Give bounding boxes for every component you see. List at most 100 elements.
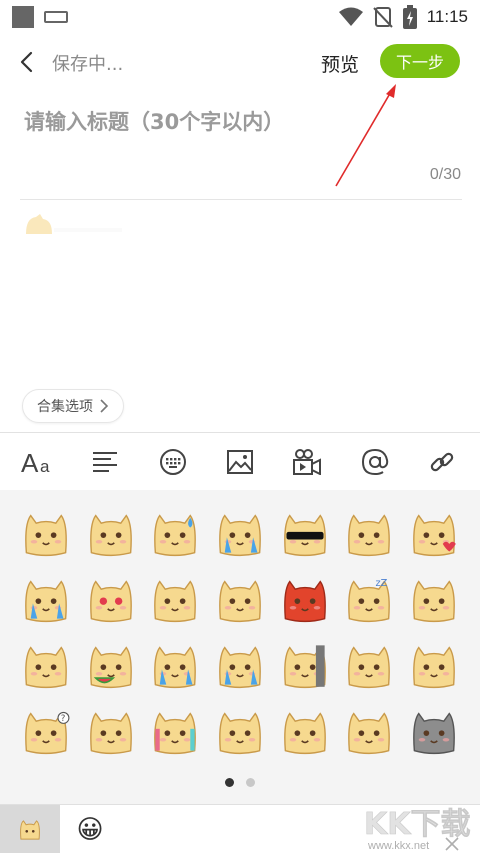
sticker-cat-drink[interactable] [143,698,208,764]
sticker-cat-think[interactable] [208,566,273,632]
sticker-grid: zZ? [14,500,466,764]
preview-button[interactable]: 预览 [321,50,359,77]
sticker-cat-grey-skull[interactable] [401,698,466,764]
sticker-cat-cry-hands[interactable] [14,566,79,632]
sticker-cat-dizzy[interactable] [14,632,79,698]
cat-angry-red-icon [283,580,326,623]
back-arrow-icon[interactable] [14,48,42,76]
sticker-cat-giggle[interactable] [337,500,402,566]
sticker-cat-watermelon[interactable] [79,632,144,698]
sticker-cat-shock[interactable] [401,632,466,698]
sticker-cat-smile-cover[interactable] [79,500,144,566]
svg-text:?: ? [61,714,66,724]
font-icon-big: A [21,448,39,476]
cat-laugh-tears-icon [154,646,197,689]
cat-sleepy-icon: zZ [348,578,390,623]
sticker-cat-tongue[interactable] [208,698,273,764]
pack-tab-cat[interactable] [0,805,60,853]
cat-neutral-icon [283,712,326,755]
cat-blush-icon [25,514,68,557]
page-indicator [0,778,480,787]
cat-cry-blue-icon [219,514,261,557]
keyboard-button[interactable] [153,442,193,482]
mention-button[interactable] [355,442,395,482]
sticker-cat-laugh[interactable] [337,698,402,764]
cat-watermelon-icon [89,646,132,689]
cat-shy-icon [154,580,197,623]
sticker-cat-laugh-tears[interactable] [143,632,208,698]
sticker-cat-sweat[interactable] [143,500,208,566]
sticker-cat-blush[interactable] [14,500,79,566]
cat-laugh-icon [348,712,390,755]
wifi-icon [338,7,363,26]
sticker-cat-sad[interactable] [401,566,466,632]
image-button[interactable] [220,442,260,482]
title-field[interactable]: 请输入标题（30个字以内） 0/30 [0,90,480,200]
cat-sweat-icon [154,514,197,557]
cat-grin-icon [348,646,390,689]
chevron-right-icon [100,399,109,413]
emoji-pack-icon: 😀 [76,814,104,844]
page-dot-1[interactable] [225,778,234,787]
page-dot-2[interactable] [246,778,255,787]
sticker-cat-sob[interactable] [208,632,273,698]
cat-drink-icon [154,712,197,755]
keyboard-icon [159,448,186,475]
keyboard-status-icon [44,11,68,23]
title-char-count: 0/30 [429,166,461,183]
cat-sunglasses-icon [283,514,326,557]
sticker-cat-sleepy[interactable]: zZ [337,566,402,632]
sticker-cat-shy[interactable] [143,566,208,632]
sticker-pack-bar: 😀 [0,804,480,853]
sticker-cat-sunglasses[interactable] [272,500,337,566]
status-bar: 11:15 [0,0,480,34]
no-sim-icon [372,7,393,28]
font-button[interactable]: A a [18,442,58,482]
font-icon: A a [21,448,50,476]
cat-cry-hands-icon [25,580,68,623]
sticker-panel: zZ? [0,490,480,804]
cat-question-icon: ? [25,711,70,755]
sticker-cat-peek-wall[interactable] [272,632,337,698]
sticker-cat-cry-blue[interactable] [208,500,273,566]
battery-icon [402,5,417,29]
video-icon [293,448,322,475]
cat-think-icon [219,580,261,623]
cat-dizzy-icon [25,646,68,689]
font-icon-small: a [40,457,50,476]
next-step-button[interactable]: 下一步 [380,44,460,78]
cat-grey-skull-icon [412,712,455,755]
cat-heart-eyes-icon [89,580,132,623]
editor-toolbar: A a [0,432,480,490]
sticker-cat-heart-eyes[interactable] [79,566,144,632]
cat-thumb-icon [89,712,132,755]
cat-tongue-icon [219,712,261,755]
sticker-cat-kiss-heart[interactable] [401,500,466,566]
cat-smile-cover-icon [89,514,132,557]
sticker-cat-angry-red[interactable] [272,566,337,632]
mention-icon [361,448,388,475]
cat-shock-icon [412,646,455,689]
cat-avatar-fragment [26,214,122,234]
image-icon [226,449,253,474]
svg-text:zZ: zZ [376,578,388,589]
collection-options-button[interactable]: 合集选项 [22,389,124,423]
align-icon [93,451,118,472]
pack-tab-emoji[interactable]: 😀 [60,805,120,853]
saving-status: 保存中... [52,54,124,75]
top-bar: 保存中... 预览 下一步 [0,34,480,90]
cat-giggle-icon [348,514,390,557]
sticker-cat-grin[interactable] [337,632,402,698]
link-button[interactable] [422,442,462,482]
cat-sad-icon [412,580,455,623]
sticker-cat-question[interactable]: ? [14,698,79,764]
cat-peek-wall-icon [283,645,326,689]
cat-kiss-heart-icon [412,514,456,557]
sticker-cat-neutral[interactable] [272,698,337,764]
body-editor[interactable]: 合集选项 [0,200,480,432]
align-button[interactable] [85,442,125,482]
sticker-cat-thumb[interactable] [79,698,144,764]
video-button[interactable] [287,442,327,482]
title-placeholder: 请输入标题（30个字以内） [24,110,285,134]
status-time: 11:15 [426,7,468,26]
